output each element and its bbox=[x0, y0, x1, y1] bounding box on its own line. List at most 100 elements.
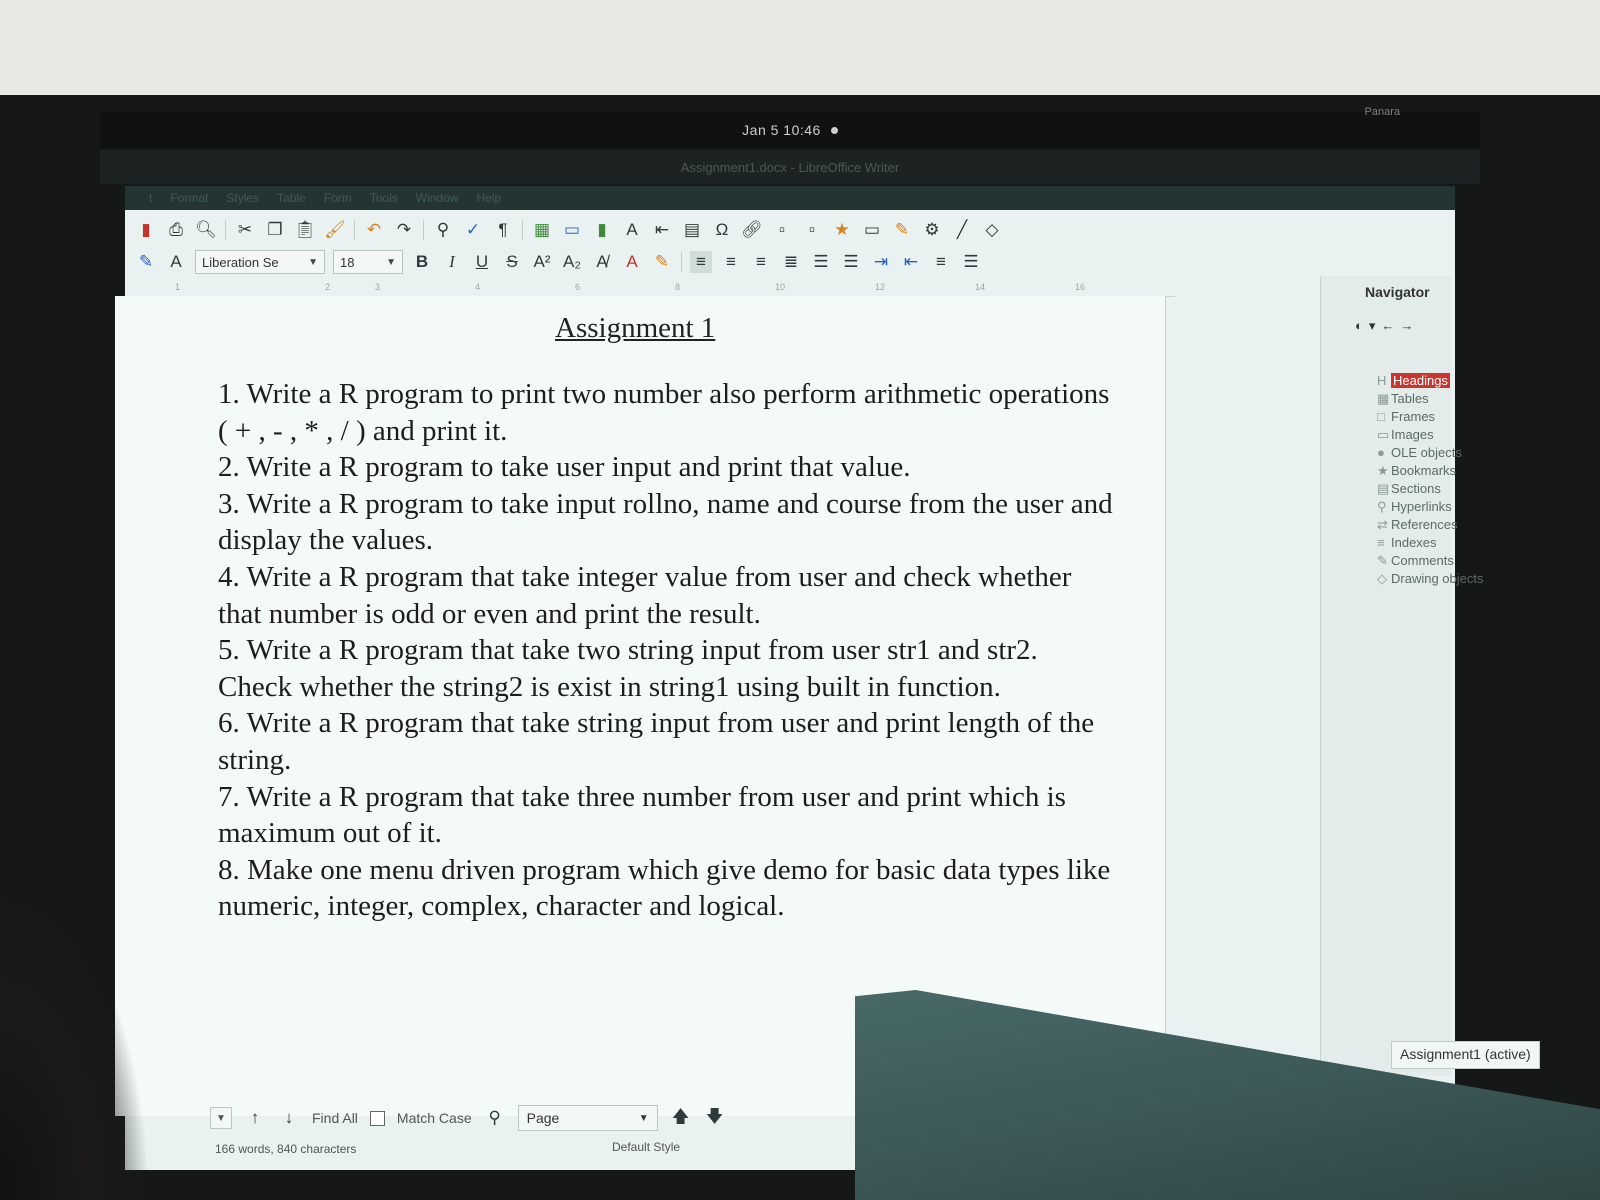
menu-item-tools[interactable]: Tools bbox=[370, 191, 398, 205]
window-titlebar: Assignment1.docx - LibreOffice Writer bbox=[100, 150, 1480, 184]
insert-chart-icon[interactable]: ▮ bbox=[591, 219, 613, 241]
font-name-select[interactable]: Liberation Se ▼ bbox=[195, 250, 325, 274]
navigate-by-select[interactable]: Page ▼ bbox=[517, 1105, 658, 1131]
cross-reference-icon[interactable]: ▭ bbox=[861, 219, 883, 241]
paste-icon[interactable]: 📋︎ bbox=[294, 219, 316, 241]
word-count[interactable]: 166 words, 840 characters bbox=[215, 1142, 356, 1156]
menu-item-form[interactable]: Form bbox=[324, 191, 352, 205]
horizontal-ruler[interactable]: 1 2 3 4 6 8 10 12 14 16 bbox=[125, 282, 1175, 297]
find-next-icon[interactable]: ↓ bbox=[278, 1107, 300, 1129]
match-case-checkbox[interactable] bbox=[369, 1110, 385, 1126]
arrow-down-icon[interactable]: 🡇 bbox=[704, 1107, 726, 1129]
insert-field-icon[interactable]: ▤ bbox=[681, 219, 703, 241]
decrease-indent-icon[interactable]: ⇤ bbox=[900, 251, 922, 273]
navigator-item-bookmarks[interactable]: ★ Bookmarks bbox=[1377, 462, 1484, 480]
track-changes-icon[interactable]: ⚙ bbox=[921, 219, 943, 241]
arrow-up-icon[interactable]: 🡅 bbox=[670, 1107, 692, 1129]
menu-item-format[interactable]: Format bbox=[170, 191, 208, 205]
undo-icon[interactable]: ↶ bbox=[363, 219, 385, 241]
clone-formatting-icon[interactable]: 🖌︎ bbox=[324, 219, 346, 241]
assignment-question: 5. Write a R program that take two strin… bbox=[218, 634, 1038, 703]
line-icon[interactable]: ╱ bbox=[951, 219, 973, 241]
navigator-item-headings[interactable]: H Headings bbox=[1377, 372, 1484, 390]
endnote-icon[interactable]: ▫ bbox=[801, 219, 823, 241]
justify-icon[interactable]: ≣ bbox=[780, 251, 802, 273]
find-dropdown[interactable]: ▼ bbox=[210, 1107, 232, 1129]
bookmark-icon[interactable]: ★ bbox=[831, 219, 853, 241]
clock[interactable]: Jan 5 10:46 bbox=[742, 122, 821, 138]
redo-icon[interactable]: ↷ bbox=[393, 219, 415, 241]
insert-table-icon[interactable]: ▦ bbox=[531, 219, 553, 241]
find-replace-icon[interactable]: ⚲ bbox=[484, 1107, 506, 1129]
bookmark-icon: ★ bbox=[1377, 463, 1389, 478]
superscript-icon[interactable]: A² bbox=[531, 251, 553, 273]
spelling-icon[interactable]: ✓ bbox=[462, 219, 484, 241]
highlight-icon[interactable]: ✎ bbox=[651, 251, 673, 273]
menu-item-styles[interactable]: Styles bbox=[226, 191, 259, 205]
menu-item[interactable]: t bbox=[149, 191, 152, 205]
new-style-icon[interactable]: A bbox=[165, 251, 187, 273]
insert-image-icon[interactable]: ▭ bbox=[561, 219, 583, 241]
ruler-tick: 10 bbox=[775, 282, 786, 292]
ruler-tick: 4 bbox=[475, 282, 481, 292]
font-color-icon[interactable]: A bbox=[621, 251, 643, 273]
navigator-document-select[interactable]: Assignment1 (active) bbox=[1391, 1041, 1540, 1069]
navigator-tools[interactable]: ◐▾←→ bbox=[1355, 318, 1419, 334]
document-page[interactable]: Assignment 1 1. Write a R program to pri… bbox=[115, 296, 1166, 1116]
ruler-tick: 2 bbox=[325, 282, 331, 292]
print-icon[interactable]: ⎙ bbox=[165, 219, 187, 241]
navigator-item-hyperlinks[interactable]: ⚲ Hyperlinks bbox=[1377, 498, 1484, 516]
hyperlink-icon[interactable]: 🔗︎ bbox=[741, 219, 763, 241]
copy-icon[interactable]: ❐ bbox=[264, 219, 286, 241]
bullets-icon[interactable]: ☰ bbox=[810, 251, 832, 273]
navigator-item-images[interactable]: ▭ Images bbox=[1377, 426, 1484, 444]
line-spacing-icon[interactable]: ≡ bbox=[930, 251, 952, 273]
menu-item-table[interactable]: Table bbox=[277, 191, 306, 205]
footnote-icon[interactable]: ▫ bbox=[771, 219, 793, 241]
navigator-item-comments[interactable]: ✎ Comments bbox=[1377, 552, 1484, 570]
underline-button[interactable]: U bbox=[471, 251, 493, 273]
ruler-tick: 16 bbox=[1075, 282, 1086, 292]
find-all-button[interactable]: Find All bbox=[312, 1110, 358, 1126]
strikethrough-button[interactable]: S bbox=[501, 251, 523, 273]
align-left-icon[interactable]: ≡ bbox=[690, 251, 712, 273]
increase-indent-icon[interactable]: ⇥ bbox=[870, 251, 892, 273]
bold-button[interactable]: B bbox=[411, 251, 433, 273]
font-size-select[interactable]: 18 ▼ bbox=[333, 250, 403, 274]
print-preview-icon[interactable]: 🔍︎ bbox=[195, 219, 217, 241]
navigator-item-tables[interactable]: ▦ Tables bbox=[1377, 390, 1484, 408]
pdf-export-icon[interactable]: ▮ bbox=[135, 219, 157, 241]
formatting-marks-icon[interactable]: ¶ bbox=[492, 219, 514, 241]
special-character-icon[interactable]: Ω bbox=[711, 219, 733, 241]
find-previous-icon[interactable]: ↑ bbox=[244, 1107, 266, 1129]
align-right-icon[interactable]: ≡ bbox=[750, 251, 772, 273]
styles-icon[interactable]: ✎ bbox=[135, 251, 157, 273]
menu-item-help[interactable]: Help bbox=[476, 191, 501, 205]
align-center-icon[interactable]: ≡ bbox=[720, 251, 742, 273]
numbering-icon[interactable]: ☰ bbox=[840, 251, 862, 273]
navigator-item-ole[interactable]: ● OLE objects bbox=[1377, 444, 1484, 462]
navigator-item-sections[interactable]: ▤ Sections bbox=[1377, 480, 1484, 498]
clear-formatting-icon[interactable]: A̸ bbox=[591, 251, 613, 273]
comment-icon[interactable]: ✎ bbox=[891, 219, 913, 241]
find-replace-icon[interactable]: ⚲ bbox=[432, 219, 454, 241]
toolbar-separator bbox=[225, 220, 226, 240]
navigator-item-frames[interactable]: □ Frames bbox=[1377, 408, 1484, 426]
navigator-item-indexes[interactable]: ≡ Indexes bbox=[1377, 534, 1484, 552]
menu-item-window[interactable]: Window bbox=[416, 191, 459, 205]
paragraph-spacing-icon[interactable]: ☰ bbox=[960, 251, 982, 273]
ole-icon: ● bbox=[1377, 445, 1385, 460]
page-style[interactable]: Default Style bbox=[612, 1140, 680, 1154]
assignment-question: 2. Write a R program to take user input … bbox=[218, 451, 911, 484]
basic-shapes-icon[interactable]: ◇ bbox=[981, 219, 1003, 241]
italic-button[interactable]: I bbox=[441, 251, 463, 273]
insert-page-break-icon[interactable]: ⇤ bbox=[651, 219, 673, 241]
navigator-item-drawing-objects[interactable]: ◇ Drawing objects bbox=[1377, 570, 1484, 588]
cut-icon[interactable]: ✂ bbox=[234, 219, 256, 241]
heading-icon: H bbox=[1377, 373, 1387, 388]
document-body[interactable]: 1. Write a R program to print two number… bbox=[218, 376, 1118, 925]
subscript-icon[interactable]: A₂ bbox=[561, 251, 583, 273]
navigator-item-references[interactable]: ⇄ References bbox=[1377, 516, 1484, 534]
font-size-value: 18 bbox=[340, 254, 355, 270]
insert-textbox-icon[interactable]: A bbox=[621, 219, 643, 241]
